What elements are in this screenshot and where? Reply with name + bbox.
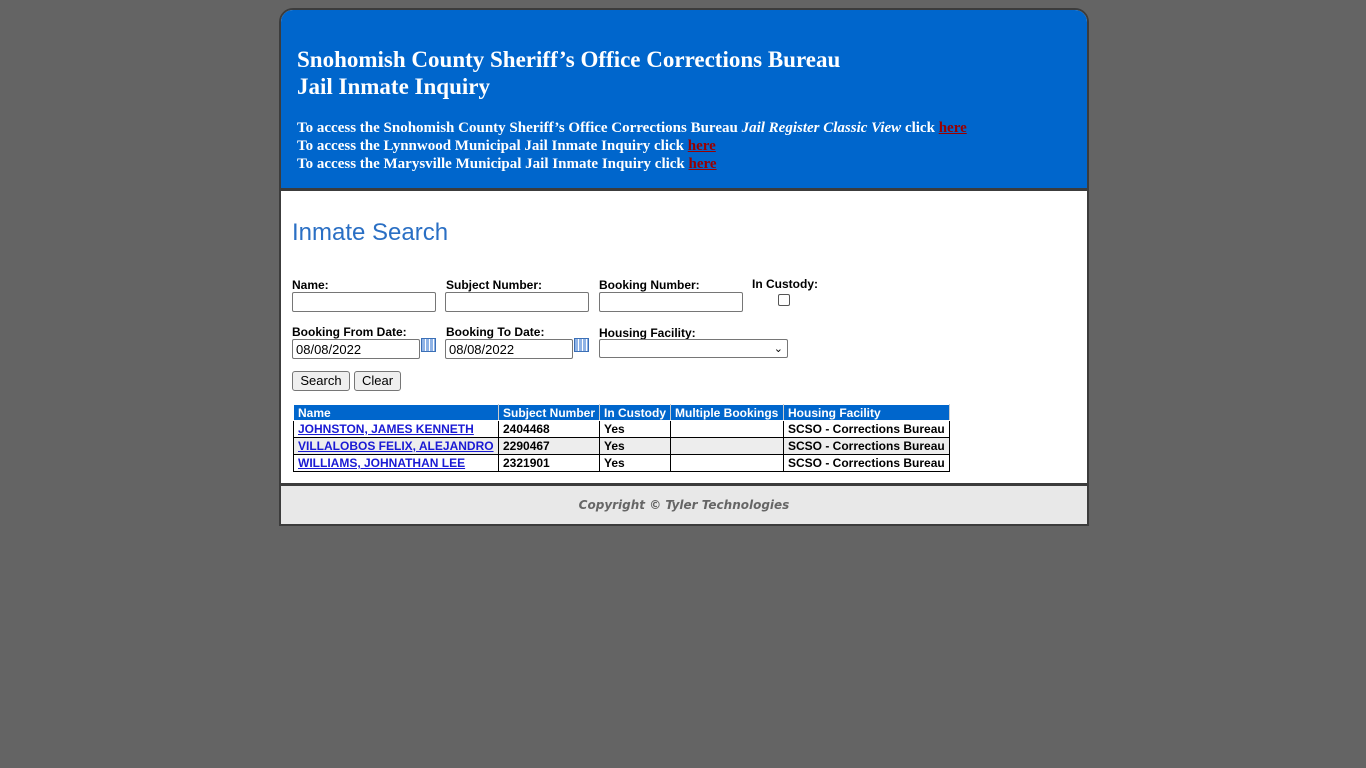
multiple-bookings-cell xyxy=(670,437,784,455)
page-footer: Copyright © Tyler Technologies xyxy=(281,483,1087,524)
column-header-in-custody[interactable]: In Custody xyxy=(599,404,671,421)
header-title-line1: Snohomish County Sheriff’s Office Correc… xyxy=(297,47,841,72)
access-text: To access the Marysville Municipal Jail … xyxy=(297,156,689,172)
subject-number-cell: 2290467 xyxy=(498,437,600,455)
clear-button[interactable]: Clear xyxy=(354,371,401,391)
page-header: Snohomish County Sheriff’s Office Correc… xyxy=(281,10,1087,191)
table-row: JOHNSTON, JAMES KENNETH 2404468 Yes SCSO… xyxy=(293,420,950,438)
inmate-name-cell: VILLALOBOS FELIX, ALEJANDRO xyxy=(293,437,499,455)
column-header-multiple-bookings[interactable]: Multiple Bookings xyxy=(670,404,784,421)
booking-to-date-input[interactable] xyxy=(445,339,573,359)
booking-number-label: Booking Number: xyxy=(599,278,700,292)
inmate-name-link[interactable]: WILLIAMS, JOHNATHAN LEE xyxy=(298,456,465,470)
access-italic: Jail Register Classic View xyxy=(741,120,902,136)
housing-facility-cell: SCSO - Corrections Bureau xyxy=(783,437,950,455)
booking-number-input[interactable] xyxy=(599,292,743,312)
classic-view-link[interactable]: here xyxy=(939,120,967,136)
calendar-icon[interactable] xyxy=(421,338,436,352)
in-custody-cell: Yes xyxy=(599,454,671,472)
booking-from-date-label: Booking From Date: xyxy=(292,325,407,339)
chevron-down-icon: ⌄ xyxy=(773,343,783,355)
housing-facility-label: Housing Facility: xyxy=(599,326,696,340)
in-custody-cell: Yes xyxy=(599,437,671,455)
column-header-subject-number[interactable]: Subject Number xyxy=(498,404,600,421)
name-label: Name: xyxy=(292,278,329,292)
main-frame: Snohomish County Sheriff’s Office Correc… xyxy=(279,8,1089,526)
booking-to-date-label: Booking To Date: xyxy=(446,325,545,339)
inmate-name-link[interactable]: VILLALOBOS FELIX, ALEJANDRO xyxy=(298,439,494,453)
booking-from-date-input[interactable] xyxy=(292,339,420,359)
access-text: To access the Snohomish County Sheriff’s… xyxy=(297,120,742,136)
subject-number-cell: 2404468 xyxy=(498,420,600,438)
calendar-icon[interactable] xyxy=(574,338,589,352)
lynnwood-link[interactable]: here xyxy=(688,138,716,154)
multiple-bookings-cell xyxy=(670,420,784,438)
column-header-housing-facility[interactable]: Housing Facility xyxy=(783,404,950,421)
inmate-name-cell: JOHNSTON, JAMES KENNETH xyxy=(293,420,499,438)
multiple-bookings-cell xyxy=(670,454,784,472)
inmate-name-link[interactable]: JOHNSTON, JAMES KENNETH xyxy=(298,422,474,436)
access-text: click xyxy=(901,120,939,136)
table-row: WILLIAMS, JOHNATHAN LEE 2321901 Yes SCSO… xyxy=(293,454,950,472)
inmate-name-cell: WILLIAMS, JOHNATHAN LEE xyxy=(293,454,499,472)
access-line-classic: To access the Snohomish County Sheriff’s… xyxy=(297,120,967,137)
in-custody-cell: Yes xyxy=(599,420,671,438)
in-custody-checkbox[interactable] xyxy=(778,294,790,306)
results-table: Name Subject Number In Custody Multiple … xyxy=(293,404,950,472)
subject-number-cell: 2321901 xyxy=(498,454,600,472)
copyright-text: Copyright © Tyler Technologies xyxy=(578,498,790,512)
search-button[interactable]: Search xyxy=(292,371,350,391)
access-line-lynnwood: To access the Lynnwood Municipal Jail In… xyxy=(297,138,716,155)
subject-number-label: Subject Number: xyxy=(446,278,543,292)
column-header-name[interactable]: Name xyxy=(293,404,499,421)
page-title: Inmate Search xyxy=(292,219,449,246)
marysville-link[interactable]: here xyxy=(689,156,717,172)
subject-number-input[interactable] xyxy=(445,292,589,312)
in-custody-label: In Custody: xyxy=(752,277,818,291)
housing-facility-select[interactable]: ⌄ xyxy=(599,339,788,358)
access-line-marysville: To access the Marysville Municipal Jail … xyxy=(297,156,717,173)
table-row: VILLALOBOS FELIX, ALEJANDRO 2290467 Yes … xyxy=(293,437,950,455)
housing-facility-cell: SCSO - Corrections Bureau xyxy=(783,420,950,438)
name-input[interactable] xyxy=(292,292,436,312)
search-section: Inmate Search Name: Subject Number: Book… xyxy=(281,191,1087,483)
housing-facility-cell: SCSO - Corrections Bureau xyxy=(783,454,950,472)
header-title-line2: Jail Inmate Inquiry xyxy=(297,74,490,99)
table-header-row: Name Subject Number In Custody Multiple … xyxy=(293,404,950,421)
access-text: To access the Lynnwood Municipal Jail In… xyxy=(297,138,688,154)
